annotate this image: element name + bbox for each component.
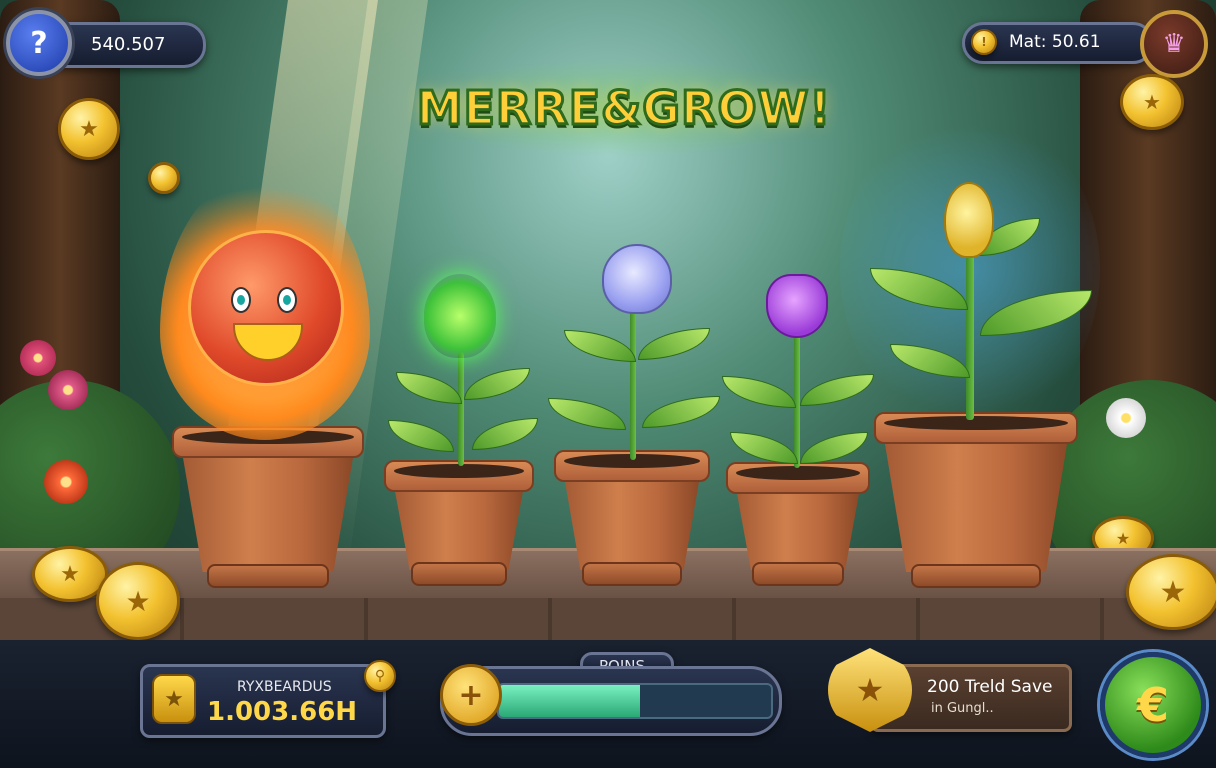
plant-stem <box>966 240 974 420</box>
plant-leaf <box>464 368 530 400</box>
purple-tulip-bud[interactable] <box>766 274 828 338</box>
blue-flower-creature[interactable] <box>602 244 672 314</box>
game-scene: MERRE&GROW! 540.507 ? ! Mat: 50.61 ♛ ★ ★… <box>0 0 1216 768</box>
plant-leaf <box>472 418 538 450</box>
creature-eye <box>231 287 251 313</box>
coin-icon: ! <box>971 29 997 55</box>
shelf-front <box>0 598 1216 640</box>
green-sprout-creature[interactable] <box>424 274 496 358</box>
plant-leaf <box>730 432 798 464</box>
plant-leaf <box>638 328 710 360</box>
plant-leaf <box>396 372 462 404</box>
creature-mouth <box>233 323 303 361</box>
mat-counter: ! Mat: 50.61 <box>962 22 1154 64</box>
rewards-lock-icon: ⚲ <box>364 660 396 692</box>
plant-stem <box>630 300 636 460</box>
pot-blue-flower[interactable] <box>554 450 710 586</box>
points-progress-track <box>497 683 773 719</box>
plus-icon: + <box>458 677 484 713</box>
plant-leaf <box>548 398 626 430</box>
floating-coin: ★ <box>1120 74 1184 130</box>
floating-coin: ★ <box>58 98 120 160</box>
flower-decoration <box>1106 398 1146 438</box>
creature-eye <box>277 287 297 313</box>
rewards-value: 1.003.66H <box>207 697 358 727</box>
tree-save-line2: in Gungl.. <box>931 701 994 716</box>
tree-save-line1: 200 Treld Save <box>927 677 1053 697</box>
fire-plant-creature[interactable] <box>188 230 344 386</box>
euro-icon: € <box>1136 678 1169 732</box>
mat-label: Mat: 50.61 <box>1009 32 1101 52</box>
rewards-label: RYXBEARDUS <box>237 679 332 695</box>
help-button[interactable]: ? <box>6 10 72 76</box>
floating-coin <box>148 162 180 194</box>
pot-green-sprout[interactable] <box>384 460 534 586</box>
pot-purple-tulip[interactable] <box>726 462 870 586</box>
plant-stem <box>458 352 464 466</box>
profile-badge-button[interactable]: ♛ <box>1140 10 1208 78</box>
currency-button[interactable]: € <box>1100 652 1206 758</box>
game-title: MERRE&GROW! <box>415 80 832 137</box>
flower-decoration <box>48 370 88 410</box>
plant-leaf <box>800 374 874 406</box>
add-points-button[interactable]: + <box>440 664 502 726</box>
crown-icon: ♛ <box>1162 29 1186 59</box>
yellow-bud[interactable] <box>944 182 994 258</box>
shelf-coin: ★ <box>96 562 180 640</box>
flower-decoration <box>44 460 88 504</box>
plant-stem <box>794 322 800 468</box>
plant-leaf <box>564 330 636 362</box>
flower-decoration <box>20 340 56 376</box>
pot-magic-plant[interactable] <box>874 412 1078 588</box>
star-shield-icon: ★ <box>152 674 196 724</box>
points-progress-fill <box>499 685 641 717</box>
counter-value: 540.507 <box>91 34 166 55</box>
plant-leaf <box>722 376 796 408</box>
pot-fire-plant[interactable] <box>172 426 364 588</box>
plant-leaf <box>800 432 868 464</box>
shelf-coin: ★ <box>1126 554 1216 630</box>
plant-leaf <box>642 396 720 428</box>
question-icon: ? <box>30 25 48 61</box>
plant-leaf <box>388 420 454 452</box>
